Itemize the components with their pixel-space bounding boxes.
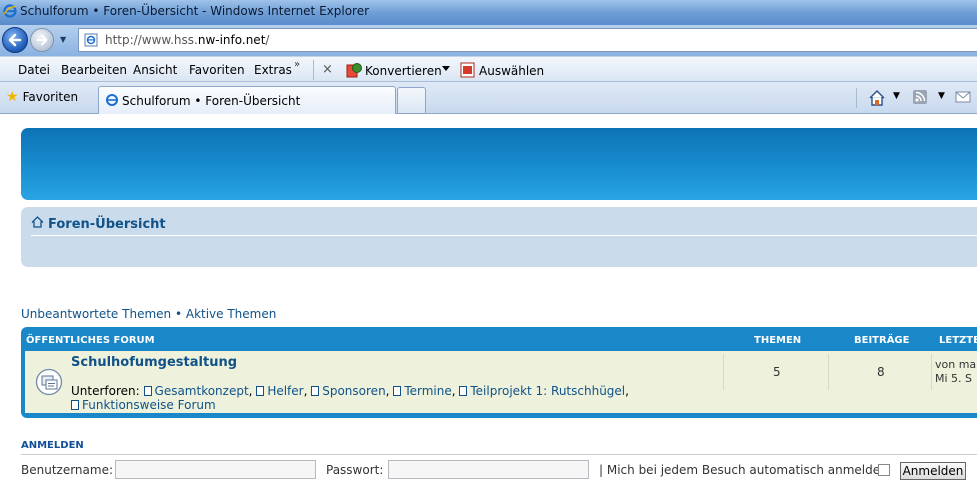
address-field[interactable]: http://www.hss.nw-info.net/ — [78, 28, 977, 52]
subforum-list: Unterforen: Gesamtkonzept, Helfer, Spons… — [71, 384, 629, 412]
subforum-link-funktionsweise[interactable]: Funktionsweise Forum — [71, 398, 216, 412]
history-dropdown-icon[interactable]: ▼ — [60, 35, 66, 44]
subforum-link-termine[interactable]: Termine — [393, 384, 452, 398]
page-favicon-icon — [106, 94, 118, 106]
subforums-label: Unterforen: — [71, 384, 140, 398]
forum-row: Schulhofumgestaltung Unterforen: Gesamtk… — [25, 351, 977, 413]
arrow-right-icon — [36, 34, 48, 46]
address-url: http://www.hss.nw-info.net/ — [105, 33, 270, 47]
last-post-date: Mi 5. S — [935, 372, 973, 385]
menu-favoriten[interactable]: Favoriten — [189, 63, 245, 77]
address-toolbar: ▼ http://www.hss.nw-info.net/ — [0, 25, 977, 56]
username-field[interactable] — [115, 460, 316, 479]
select-button[interactable]: Auswählen — [460, 62, 544, 78]
quick-links: Unbeantwortete Themen • Aktive Themen — [21, 307, 276, 321]
forum-read-icon — [35, 368, 63, 396]
tab-title: Schulforum • Foren-Übersicht — [122, 94, 301, 108]
mail-icon[interactable] — [955, 89, 971, 105]
menu-ansicht[interactable]: Ansicht — [133, 63, 177, 77]
column-divider — [723, 354, 724, 390]
tab-active[interactable]: Schulforum • Foren-Übersicht — [98, 86, 396, 114]
favorites-button[interactable]: ★ Favoriten — [6, 89, 78, 105]
new-tab-button[interactable] — [397, 87, 426, 113]
select-label: Auswählen — [479, 64, 545, 78]
subforum-link-sponsoren[interactable]: Sponsoren — [311, 384, 386, 398]
login-divider — [21, 454, 977, 455]
quicklinks-separator: • — [171, 307, 186, 321]
close-toolbar-icon[interactable]: × — [322, 62, 333, 77]
login-button[interactable]: Anmelden — [900, 462, 966, 480]
auto-login-checkbox[interactable] — [878, 464, 890, 476]
subforum-link-teilprojekt-1[interactable]: Teilprojekt 1: Rutschhügel — [459, 384, 625, 398]
subforum-link-helfer[interactable]: Helfer — [256, 384, 304, 398]
window-titlebar: Schulforum • Foren-Übersicht - Windows I… — [0, 0, 977, 25]
toolbar-separator — [313, 60, 314, 80]
posts-column-header: BEITRÄGE — [854, 335, 910, 346]
toolbar-separator — [856, 88, 857, 108]
unanswered-topics-link[interactable]: Unbeantwortete Themen — [21, 307, 171, 321]
forum-header-banner — [21, 128, 977, 200]
active-topics-link[interactable]: Aktive Themen — [186, 307, 277, 321]
page-viewport: Foren-Übersicht Unbeantwortete Themen • … — [0, 115, 977, 490]
forum-table: ÖFFENTLICHES FORUM THEMEN BEITRÄGE LETZT… — [21, 327, 977, 418]
subforum-icon — [71, 400, 79, 410]
subforum-icon — [256, 386, 265, 396]
subforum-icon — [393, 386, 402, 396]
home-icon[interactable] — [868, 89, 886, 107]
topics-column-header: THEMEN — [754, 335, 802, 346]
subforum-icon — [459, 386, 468, 396]
convert-icon — [346, 63, 362, 78]
last-post-info: von ma Mi 5. S — [935, 358, 976, 386]
menu-datei[interactable]: Datei — [18, 63, 50, 77]
username-label: Benutzername: — [21, 463, 114, 477]
tab-bar: ★ Favoriten Schulforum • Foren-Übersicht … — [0, 82, 977, 114]
internet-explorer-icon — [3, 4, 17, 18]
menu-extras[interactable]: Extras — [254, 63, 292, 77]
password-label: Passwort: — [326, 463, 384, 477]
login-heading: ANMELDEN — [21, 440, 84, 451]
password-field[interactable] — [388, 460, 589, 479]
home-dropdown-icon[interactable]: ▼ — [893, 91, 900, 101]
convert-dropdown-icon[interactable] — [442, 66, 450, 71]
menu-bearbeiten[interactable]: Bearbeiten — [61, 63, 127, 77]
subforum-icon — [311, 386, 320, 396]
breadcrumb-label: Foren-Übersicht — [48, 217, 166, 232]
posts-count: 8 — [877, 365, 885, 379]
page-favicon-icon — [84, 33, 98, 47]
forum-title-link[interactable]: Schulhofumgestaltung — [71, 355, 237, 370]
auto-login-label: | Mich bei jedem Besuch automatisch anme… — [599, 463, 888, 477]
feed-dropdown-icon[interactable]: ▼ — [938, 91, 945, 101]
star-icon: ★ — [6, 89, 19, 105]
column-divider — [931, 354, 932, 390]
window-title: Schulforum • Foren-Übersicht - Windows I… — [20, 4, 370, 18]
last-post-author: von ma — [935, 358, 977, 371]
back-button[interactable] — [2, 27, 28, 53]
breadcrumb-divider — [31, 235, 977, 236]
convert-label: Konvertieren — [365, 64, 442, 78]
subforum-icon — [143, 386, 152, 396]
subforum-link-gesamtkonzept[interactable]: Gesamtkonzept — [143, 384, 249, 398]
topics-count: 5 — [773, 365, 781, 379]
menu-overflow-icon[interactable]: » — [294, 59, 300, 70]
forum-category-header[interactable]: ÖFFENTLICHES FORUM — [26, 335, 155, 346]
favorites-label: Favoriten — [22, 90, 79, 104]
menu-bar: Datei Bearbeiten Ansicht Favoriten Extra… — [0, 56, 977, 82]
rss-feed-icon[interactable] — [912, 89, 928, 105]
arrow-left-icon — [8, 33, 22, 47]
last-post-column-header: LETZTE — [939, 335, 977, 346]
breadcrumb: Foren-Übersicht — [21, 207, 977, 267]
forward-button[interactable] — [30, 28, 54, 52]
breadcrumb-home-link[interactable]: Foren-Übersicht — [31, 216, 166, 232]
convert-button[interactable]: Konvertieren — [346, 62, 442, 78]
home-icon — [31, 216, 44, 228]
select-icon — [460, 62, 475, 78]
column-divider — [828, 354, 829, 390]
